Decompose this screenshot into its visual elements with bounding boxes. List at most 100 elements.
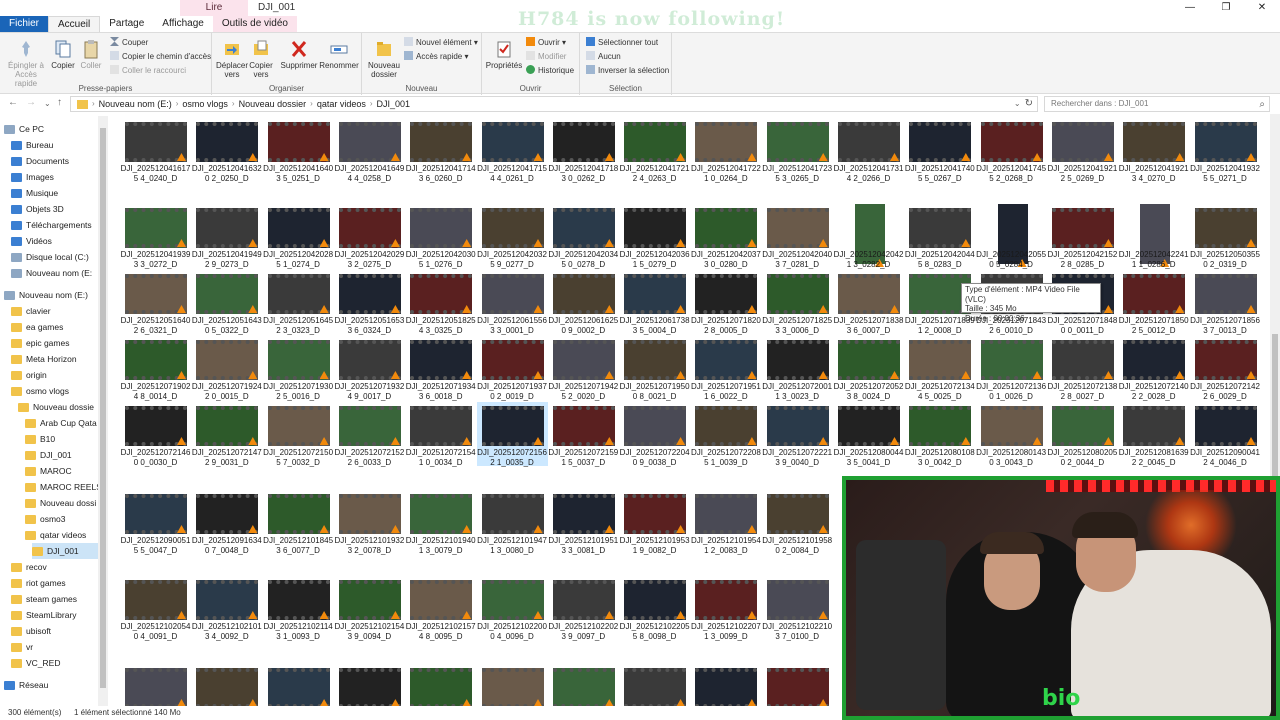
file-tile[interactable]: DJI_2025120721591 5_0037_D [548,402,619,467]
file-tile[interactable]: DJI_2025120417154 4_0261_D [477,118,548,183]
refresh-icon[interactable]: ↻ [1025,97,1033,111]
file-tile[interactable]: DJI_2025120719511 6_0022_D [690,336,761,401]
file-tile[interactable]: DJI_2025120718502 5_0012_D [1118,270,1189,335]
rename-button[interactable]: Renommer [318,39,360,70]
file-tile[interactable]: DJI_2025120516533 6_0324_D [334,270,405,335]
navigation-scrollbar[interactable] [98,116,108,706]
file-tile[interactable]: DJI_2025121019580 2_0084_D [762,490,833,555]
file-tile[interactable]: DJI_2025120721402 2_0028_D [1118,336,1189,401]
nav-item[interactable]: Bureau [11,137,100,153]
nav-item[interactable]: Nouveau nom (E:) [4,287,100,303]
file-tile[interactable]: DJI_2025120419325 5_0271_D [1190,118,1261,183]
file-tile[interactable]: DJI_2025120421522 8_0285_D [1047,204,1118,269]
nav-item[interactable]: Musique [11,185,100,201]
nav-item[interactable]: DJI_001 [32,543,100,559]
nav-item[interactable]: epic games [11,335,100,351]
back-arrow-icon[interactable]: ← [8,97,18,108]
file-tile[interactable]: DJI_2025120417143 6_0260_D [405,118,476,183]
file-tile[interactable] [690,664,761,706]
file-tile[interactable]: DJI_2025120718383 6_0007_D [833,270,904,335]
file-tile[interactable]: DJI_2025120719500 8_0021_D [619,336,690,401]
file-tile[interactable] [120,664,191,706]
file-tile[interactable]: DJI_2025120718253 3_0006_D [762,270,833,335]
breadcrumb-drive[interactable]: Nouveau nom (E:) [99,97,172,111]
nav-item[interactable]: Réseau [4,677,100,693]
invert-selection-button[interactable]: Inverser la sélection [586,65,669,77]
nav-item[interactable]: Nouveau dossi [25,495,100,511]
file-tile[interactable]: DJI_2025120800443 5_0041_D [833,402,904,467]
file-tile[interactable]: DJI_2025121022023 9_0097_D [548,576,619,641]
file-tile[interactable]: DJI_2025120721562 1_0035_D [476,402,548,467]
file-tile[interactable]: DJI_2025120420421 3_0282_D [833,204,904,269]
file-tile[interactable]: DJI_2025120900515 5_0047_D [120,490,191,555]
nav-item[interactable]: steam games [11,591,100,607]
file-tile[interactable]: DJI_2025120419492 9_0273_D [191,204,262,269]
file-tile[interactable] [548,664,619,706]
file-tile[interactable]: DJI_2025120419213 4_0270_D [1118,118,1189,183]
file-tile[interactable]: DJI_2025120417405 5_0267_D [904,118,975,183]
file-tile[interactable] [334,664,405,706]
file-tile[interactable]: DJI_2025121018453 6_0077_D [263,490,334,555]
file-tile[interactable] [619,664,690,706]
select-all-button[interactable]: Sélectionner tout [586,37,658,49]
nav-item[interactable]: B10 [25,431,100,447]
file-tile[interactable]: DJI_2025120417212 4_0263_D [619,118,690,183]
file-tile[interactable]: DJI_2025120721522 6_0033_D [334,402,405,467]
file-tile[interactable]: DJI_2025121021574 8_0095_D [405,576,476,641]
file-tile[interactable]: DJI_2025120416175 4_0240_D [120,118,191,183]
file-tile[interactable]: DJI_2025120420445 8_0283_D [904,204,975,269]
nav-item[interactable]: DJI_001 [25,447,100,463]
breadcrumb-osmo-vlogs[interactable]: osmo vlogs [182,97,228,111]
forward-arrow-icon[interactable]: → [26,97,36,108]
file-tile[interactable]: DJI_2025120720523 8_0024_D [833,336,904,401]
nav-item[interactable]: qatar videos [25,527,100,543]
new-folder-button[interactable]: Nouveau dossier [366,39,402,79]
file-tile[interactable]: DJI_2025120719370 2_0019_D [477,336,548,401]
breadcrumb-dji-001[interactable]: DJI_001 [377,97,411,111]
file-tile[interactable]: DJI_2025120720011 3_0023_D [762,336,833,401]
nav-item[interactable]: Arab Cup Qata [25,415,100,431]
nav-item[interactable]: Documents [11,153,100,169]
paste-button[interactable]: Coller [78,39,104,70]
tab-share[interactable]: Partage [100,16,153,32]
file-tile[interactable]: DJI_2025120721541 0_0034_D [405,402,476,467]
file-tile[interactable]: DJI_2025120721460 0_0030_D [120,402,191,467]
file-tile[interactable]: DJI_2025120801430 3_0043_D [976,402,1047,467]
file-tile[interactable]: DJI_2025120916340 7_0048_D [191,490,262,555]
file-tile[interactable]: DJI_2025120420305 1_0276_D [405,204,476,269]
file-tile[interactable]: DJI_2025120615563 3_0001_D [477,270,548,335]
file-tile[interactable]: DJI_2025121019513 3_0081_D [548,490,619,555]
address-bar[interactable]: › Nouveau nom (E:) › osmo vlogs › Nouvea… [70,96,1038,112]
file-tile[interactable]: DJI_2025120816392 2_0045_D [1118,402,1189,467]
file-tile[interactable]: DJI_2025120721344 5_0025_D [904,336,975,401]
tab-home[interactable]: Accueil [48,16,101,32]
move-to-button[interactable]: Déplacer vers [214,39,250,79]
history-button[interactable]: Historique [526,65,574,77]
new-item-button[interactable]: Nouvel élément ▾ [404,37,478,49]
open-button[interactable]: Ouvrir ▾ [526,37,566,49]
file-tile[interactable]: DJI_2025120802050 2_0044_D [1047,402,1118,467]
dropdown-chevron-icon[interactable]: ⌄ [1014,97,1021,111]
file-tile[interactable]: DJI_2025120719425 2_0020_D [548,336,619,401]
nav-item[interactable]: riot games [11,575,100,591]
file-tile[interactable]: DJI_2025120722213 9_0040_D [762,402,833,467]
file-tile[interactable]: DJI_2025120900412 4_0046_D [1190,402,1261,467]
nav-item[interactable]: MAROC REELS [25,479,102,495]
copy-to-button[interactable]: Copier vers [248,39,274,79]
file-tile[interactable]: DJI_2025120722085 1_0039_D [690,402,761,467]
nav-item[interactable]: recov [11,559,100,575]
close-icon[interactable]: ✕ [1244,0,1280,16]
breadcrumb-qatar-videos[interactable]: qatar videos [317,97,366,111]
file-tile[interactable]: DJI_2025121022055 8_0098_D [619,576,690,641]
file-tile[interactable]: DJI_2025120420550 5_0284_D [976,204,1047,269]
nav-item[interactable]: ubisoft [11,623,100,639]
file-tile[interactable]: DJI_2025121021143 1_0093_D [263,576,334,641]
copy-path-button[interactable]: Copier le chemin d'accès [110,51,211,63]
file-tile[interactable]: DJI_2025120719343 6_0018_D [405,336,476,401]
file-tile[interactable]: DJI_2025121019541 2_0083_D [690,490,761,555]
file-tile[interactable]: DJI_2025121021013 4_0092_D [191,576,262,641]
scrollbar-thumb[interactable] [100,128,106,688]
file-tile[interactable]: DJI_2025120719324 9_0017_D [334,336,405,401]
file-tile[interactable]: DJI_2025120419393 3_0272_D [120,204,191,269]
select-none-button[interactable]: Aucun [586,51,621,63]
